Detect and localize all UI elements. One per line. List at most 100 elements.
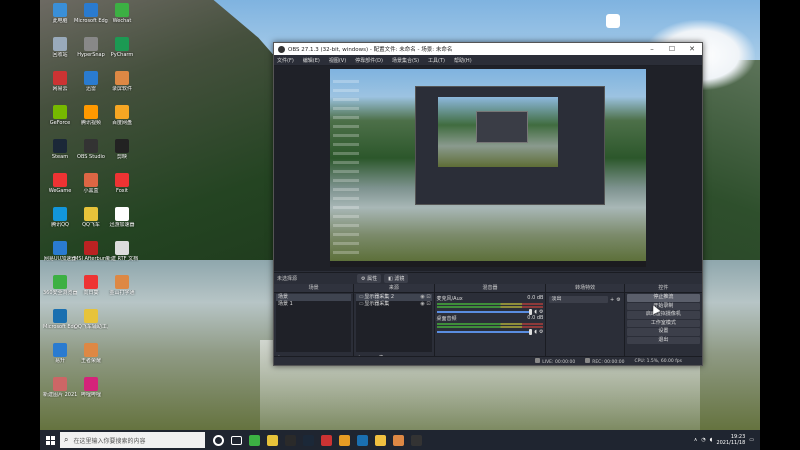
tray-network-icon[interactable]: ◔: [701, 437, 705, 443]
app-icon: [84, 343, 98, 357]
app-icon: [53, 377, 67, 391]
properties-button[interactable]: ⚙ 属性: [357, 273, 382, 283]
transitions-dock: 转场特效 淡出 + ⚙: [546, 284, 625, 364]
menu-item[interactable]: 场景集合(S): [392, 57, 419, 64]
desktop-icon-label: 迅雷: [85, 86, 96, 92]
game-icon[interactable]: [393, 434, 404, 446]
desktop-icon[interactable]: WeGame: [43, 173, 77, 194]
source-item[interactable]: ▭ 显示器采集 ◉ ⊡: [356, 301, 431, 308]
desktop-icon[interactable]: 录屏软件: [105, 71, 139, 92]
obs-titlebar[interactable]: OBS 27.1.3 (32-bit, windows) - 配置文件: 未命名…: [274, 43, 702, 55]
taskbar-search[interactable]: ⌕ 在这里输入你要搜索的内容: [60, 432, 205, 448]
gear-icon[interactable]: ⚙: [539, 329, 543, 335]
notification-icon[interactable]: ▭: [749, 437, 754, 443]
desktop-icon[interactable]: 小黑盒: [74, 173, 108, 194]
menu-item[interactable]: 停靠部件(D): [355, 57, 383, 64]
ghost-widget-icon[interactable]: [606, 14, 620, 28]
control-button[interactable]: 设置: [626, 328, 700, 336]
gear-icon[interactable]: ⚙: [539, 309, 543, 315]
lock-icon[interactable]: ⊡: [426, 294, 432, 301]
add-icon[interactable]: +: [610, 297, 614, 303]
gear-icon[interactable]: ⚙: [616, 297, 620, 303]
desktop-icon-label: 王者荣耀: [80, 358, 101, 364]
speaker-icon[interactable]: ◖: [534, 329, 537, 335]
folder-icon[interactable]: [375, 434, 386, 446]
tray-volume-icon[interactable]: ◖: [710, 437, 713, 443]
tray-chevron-icon[interactable]: ∧: [694, 437, 698, 443]
desktop-icon[interactable]: PyCharm: [105, 37, 139, 58]
filters-button[interactable]: ◧ 滤镜: [384, 273, 409, 283]
desktop-icon[interactable]: QQ飞车: [74, 207, 108, 228]
task-view-icon[interactable]: [231, 435, 242, 445]
desktop-icon[interactable]: 新建 RTF 文档: [105, 241, 139, 262]
desktop-icon[interactable]: 此电脑: [43, 3, 77, 24]
maximize-icon[interactable]: ☐: [662, 43, 682, 55]
menu-item[interactable]: 帮助(H): [454, 57, 472, 64]
app-icon: [84, 37, 98, 51]
desktop-icon[interactable]: GeForce: [43, 105, 77, 126]
volume-slider[interactable]: [436, 328, 533, 335]
desktop-icon[interactable]: Microsoft Edge: [43, 309, 77, 330]
menu-item[interactable]: 工具(T): [428, 57, 445, 64]
speaker-icon[interactable]: ◖: [534, 309, 537, 315]
start-button[interactable]: [40, 430, 60, 450]
desktop-icon[interactable]: Foxit: [105, 173, 139, 194]
desktop-icon-label: 百度网盘: [111, 120, 132, 126]
desktop-icon[interactable]: 向日葵: [74, 275, 108, 296]
desktop-icon[interactable]: 360安全浏览器: [43, 275, 77, 296]
menu-item[interactable]: 编辑(E): [303, 57, 320, 64]
desktop-icon[interactable]: HyperSnap: [74, 37, 108, 58]
desktop-icon[interactable]: 迅游加速器: [105, 207, 139, 228]
desktop-icon[interactable]: 易升: [43, 343, 77, 364]
steam-icon[interactable]: [303, 434, 314, 446]
desktop-icon[interactable]: Microsoft Edge: [74, 3, 108, 24]
adobe-icon[interactable]: [285, 434, 296, 446]
desktop-icon-label: QQ飞车辅助工具: [74, 324, 108, 330]
control-button[interactable]: 退出: [626, 336, 700, 344]
control-button[interactable]: 工作室模式: [626, 319, 700, 327]
mixer-channels: 麦克风/Aux 0.0 dB ◖ ⚙ 桌面音频 0.0 dB ◖ ⚙: [435, 295, 546, 335]
menu-item[interactable]: 视图(V): [329, 57, 346, 64]
foxit-icon[interactable]: [321, 434, 332, 446]
control-button[interactable]: 停止推流: [626, 294, 700, 302]
chrome-icon[interactable]: [267, 434, 278, 446]
desktop-icon-label: MSI Afterburner: [74, 256, 108, 262]
desktop-icon[interactable]: 腾讯QQ: [43, 207, 77, 228]
wechat-icon[interactable]: [249, 434, 260, 446]
desktop-icon[interactable]: 腾讯视频: [74, 105, 108, 126]
cortana-icon[interactable]: [213, 434, 224, 446]
desktop-icon[interactable]: 百度网盘: [105, 105, 139, 126]
desktop-icon[interactable]: Wechat: [105, 3, 139, 24]
desktop-icon[interactable]: Steam: [43, 139, 77, 160]
desktop-icon[interactable]: 剪映: [105, 139, 139, 160]
source-name: 显示器采集 2: [364, 294, 395, 300]
desktop-icon[interactable]: 迅雷: [74, 71, 108, 92]
preview-canvas[interactable]: [330, 69, 646, 267]
desktop-icon[interactable]: QQ飞车辅助工具: [74, 309, 108, 330]
transition-select[interactable]: 淡出: [549, 296, 609, 303]
clock[interactable]: 19:23 2021/11/18: [716, 434, 745, 446]
desktop-icon[interactable]: 网易云: [43, 71, 77, 92]
desktop-icon[interactable]: 回收站: [43, 37, 77, 58]
minimize-icon[interactable]: –: [642, 43, 662, 55]
desktop-icon[interactable]: 网易UU加速器: [43, 241, 77, 262]
desktop-icon[interactable]: OBS Studio: [74, 139, 108, 160]
scene-item[interactable]: 场景 1: [276, 301, 351, 308]
obs-icon[interactable]: [411, 434, 422, 446]
source-item[interactable]: ▭ 显示器采集 2 ◉ ⊡: [356, 294, 432, 301]
desktop-icon[interactable]: 新建图片 2021110...: [43, 377, 77, 398]
control-button[interactable]: 开始录制: [626, 302, 700, 310]
desktop-icon[interactable]: 王者荣耀: [74, 343, 108, 364]
close-icon[interactable]: ✕: [682, 43, 702, 55]
control-button[interactable]: 启动虚拟摄像机: [626, 311, 700, 319]
desktop-icon[interactable]: 金山打字通: [105, 275, 139, 296]
lock-icon[interactable]: ⊡: [426, 301, 432, 308]
desktop-icon[interactable]: MSI Afterburner: [74, 241, 108, 262]
g-app-icon[interactable]: [339, 434, 350, 446]
scene-item[interactable]: 场景: [276, 294, 352, 301]
edge-icon[interactable]: [357, 434, 368, 446]
menu-item[interactable]: 文件(F): [277, 57, 294, 64]
volume-slider[interactable]: [436, 308, 533, 315]
app-icon: [53, 105, 67, 119]
desktop-icon[interactable]: 哔哩哔哩: [74, 377, 108, 398]
